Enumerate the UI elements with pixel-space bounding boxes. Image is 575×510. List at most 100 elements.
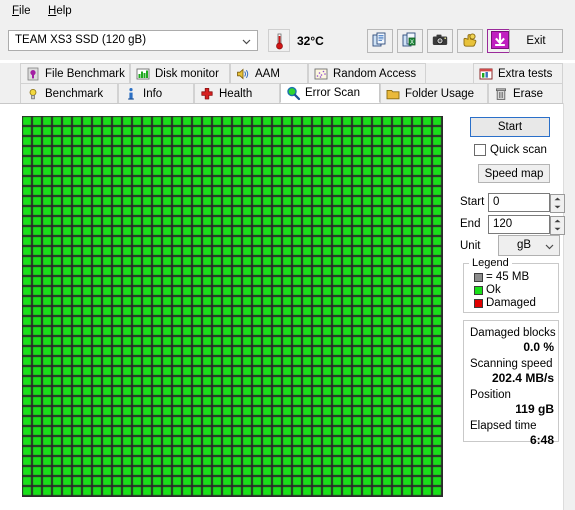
disk-tool-window: File Help TEAM XS3 SSD (120 gB) 32°C X E… [0, 0, 575, 510]
quick-scan-checkbox[interactable] [474, 144, 486, 156]
tab-random-access[interactable]: Random Access [308, 63, 426, 83]
purple-bulb-icon [25, 66, 41, 82]
red-cross-icon [199, 86, 215, 102]
legend-swatch-ok [474, 285, 483, 295]
legend-group: Legend = 45 MB Ok Damaged [463, 257, 559, 313]
legend-label-block: = 45 MB [486, 271, 530, 283]
legend-swatch-damaged [474, 298, 483, 308]
tab-row-primary: File Benchmark Disk monitor AAM Random A… [0, 63, 575, 83]
temperature-value: 32°C [297, 34, 324, 48]
tab-file-benchmark[interactable]: File Benchmark [20, 63, 130, 83]
tab-error-scan-label: Error Scan [305, 87, 360, 99]
tab-folder-usage-label: Folder Usage [405, 87, 475, 100]
screenshot-button[interactable] [427, 29, 453, 53]
menu-help[interactable]: Help [42, 4, 78, 18]
end-stepper-up[interactable] [551, 217, 564, 226]
tab-erase-label: Erase [513, 87, 544, 100]
start-stepper-down[interactable] [551, 203, 564, 212]
copy-to-clipboard-button[interactable] [367, 29, 393, 53]
export-excel-button[interactable]: X [397, 29, 423, 53]
tab-extra-tests-label: Extra tests [498, 67, 553, 80]
copy-document-icon [372, 32, 388, 51]
menu-file-rest: ile [19, 5, 31, 17]
export-spreadsheet-icon: X [402, 32, 418, 51]
yellow-bulb-icon [25, 86, 41, 102]
stat-position-label: Position [470, 389, 511, 401]
start-button[interactable]: Start [470, 117, 550, 137]
tab-health-label: Health [219, 87, 253, 100]
window-right-edge [563, 103, 575, 510]
exit-button[interactable]: Exit [509, 29, 563, 53]
thermometer-icon [275, 33, 284, 53]
start-stepper-up[interactable] [551, 195, 564, 204]
hand-coin-icon [462, 32, 478, 51]
camera-icon [432, 32, 448, 51]
stat-scanning-speed-value: 202.4 MB/s [491, 371, 554, 385]
drive-select[interactable]: TEAM XS3 SSD (120 gB) [8, 30, 258, 51]
tab-disk-monitor-label: Disk monitor [155, 67, 219, 80]
chevron-down-icon [545, 242, 554, 254]
tab-benchmark[interactable]: Benchmark [20, 83, 118, 103]
legend-caption: Legend [469, 257, 512, 269]
tab-extra-tests[interactable]: Extra tests [473, 63, 563, 83]
legend-row-block-size: = 45 MB [474, 271, 529, 283]
legend-swatch-block [474, 272, 483, 282]
speed-map-button[interactable]: Speed map [478, 164, 550, 183]
tab-disk-monitor[interactable]: Disk monitor [130, 63, 230, 83]
tab-aam[interactable]: AAM [230, 63, 308, 83]
menu-file[interactable]: File [6, 4, 37, 18]
temperature-indicator [268, 29, 290, 52]
toolbar: TEAM XS3 SSD (120 gB) 32°C X Exit [0, 21, 575, 60]
unit-select[interactable]: gB [498, 235, 560, 256]
unit-field-row: Unit gB [460, 235, 560, 256]
block-map-canvas[interactable] [22, 116, 443, 497]
quick-scan-option[interactable]: Quick scan [474, 144, 547, 156]
end-input[interactable]: 120 [488, 214, 565, 235]
start-field-row: Start 0 [460, 192, 565, 213]
window-chart-icon [478, 66, 494, 82]
download-arrow-icon [491, 30, 509, 52]
end-stepper-down[interactable] [551, 225, 564, 234]
speed-map-button-label: Speed map [484, 167, 544, 180]
start-input-value: 0 [493, 195, 500, 208]
tab-folder-usage[interactable]: Folder Usage [380, 83, 488, 103]
stat-damaged-blocks-label: Damaged blocks [470, 327, 556, 339]
end-field-row: End 120 [460, 214, 565, 235]
legend-row-damaged: Damaged [474, 297, 536, 309]
speaker-icon [235, 66, 251, 82]
svg-text:X: X [410, 40, 414, 46]
drive-select-value: TEAM XS3 SSD (120 gB) [15, 34, 147, 46]
info-icon [123, 86, 139, 102]
block-map[interactable] [22, 116, 443, 497]
tab-health[interactable]: Health [194, 83, 280, 103]
stat-damaged-blocks-value: 0.0 % [523, 340, 554, 354]
menu-help-rest: elp [56, 5, 72, 17]
stats-group: Damaged blocks 0.0 % Scanning speed 202.… [463, 320, 559, 447]
stat-elapsed-time-value: 6:48 [529, 433, 554, 447]
stat-scanning-speed-label: Scanning speed [470, 358, 553, 370]
start-field-label: Start [460, 196, 485, 208]
tab-row-secondary: Benchmark Info Health Error Scan Folder … [0, 83, 575, 103]
scatter-icon [313, 66, 329, 82]
folder-icon [385, 86, 401, 102]
tab-error-scan[interactable]: Error Scan [280, 83, 380, 103]
tab-info[interactable]: Info [118, 83, 194, 103]
quick-scan-label: Quick scan [490, 144, 547, 156]
chevron-down-icon [242, 37, 251, 46]
start-input[interactable]: 0 [488, 192, 565, 213]
legend-label-ok: Ok [486, 284, 501, 296]
end-stepper[interactable] [550, 215, 565, 235]
start-stepper[interactable] [550, 193, 565, 213]
exit-button-label: Exit [526, 35, 546, 47]
legend-row-ok: Ok [474, 284, 501, 296]
unit-label: Unit [460, 239, 481, 252]
end-input-value: 120 [493, 217, 513, 230]
tab-erase[interactable]: Erase [488, 83, 563, 103]
tab-random-access-label: Random Access [333, 67, 417, 80]
donate-button[interactable] [457, 29, 483, 53]
tab-benchmark-label: Benchmark [45, 87, 104, 100]
bar-chart-icon [135, 66, 151, 82]
tab-aam-label: AAM [255, 67, 280, 80]
tab-file-benchmark-label: File Benchmark [45, 67, 125, 80]
magnifier-icon [285, 85, 301, 101]
